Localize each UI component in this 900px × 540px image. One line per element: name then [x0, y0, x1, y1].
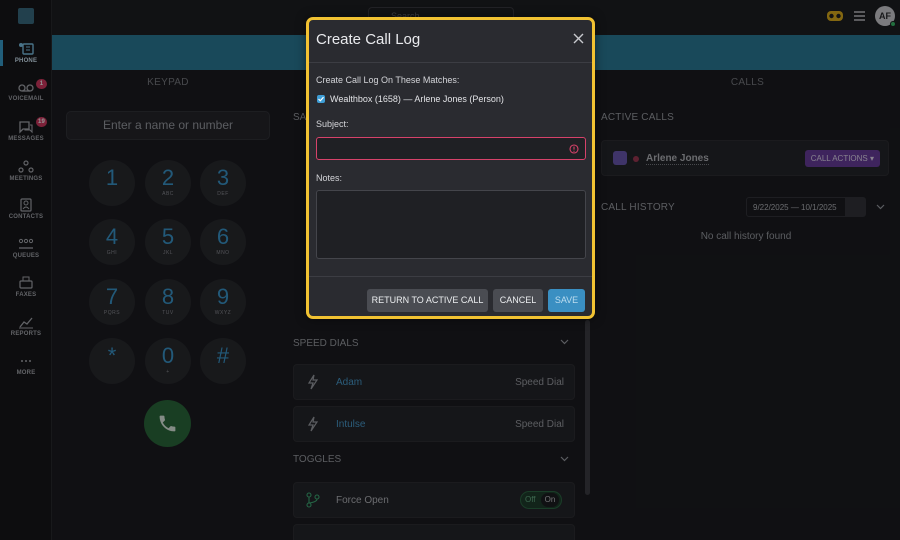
subject-field[interactable] — [316, 137, 586, 160]
notes-textarea[interactable] — [317, 191, 585, 258]
header-divider — [309, 62, 592, 63]
cancel-button[interactable]: CANCEL — [493, 289, 543, 312]
error-icon — [569, 144, 579, 154]
subject-input[interactable] — [317, 138, 585, 159]
close-icon[interactable] — [573, 33, 584, 44]
create-call-log-dialog: Create Call Log Create Call Log On These… — [306, 17, 595, 319]
match-label[interactable]: Wealthbox (1658) — Arlene Jones (Person) — [330, 94, 504, 104]
dialog-title: Create Call Log — [316, 31, 421, 48]
notes-label: Notes: — [316, 173, 343, 183]
save-button[interactable]: SAVE — [548, 289, 585, 312]
checkmark-icon — [318, 96, 324, 102]
subject-label: Subject: — [316, 119, 349, 129]
return-to-active-call-button[interactable]: RETURN TO ACTIVE CALL — [367, 289, 488, 312]
match-checkbox[interactable] — [317, 95, 325, 103]
notes-field[interactable] — [316, 190, 586, 259]
matches-label: Create Call Log On These Matches: — [316, 75, 460, 85]
footer-divider — [309, 276, 592, 277]
